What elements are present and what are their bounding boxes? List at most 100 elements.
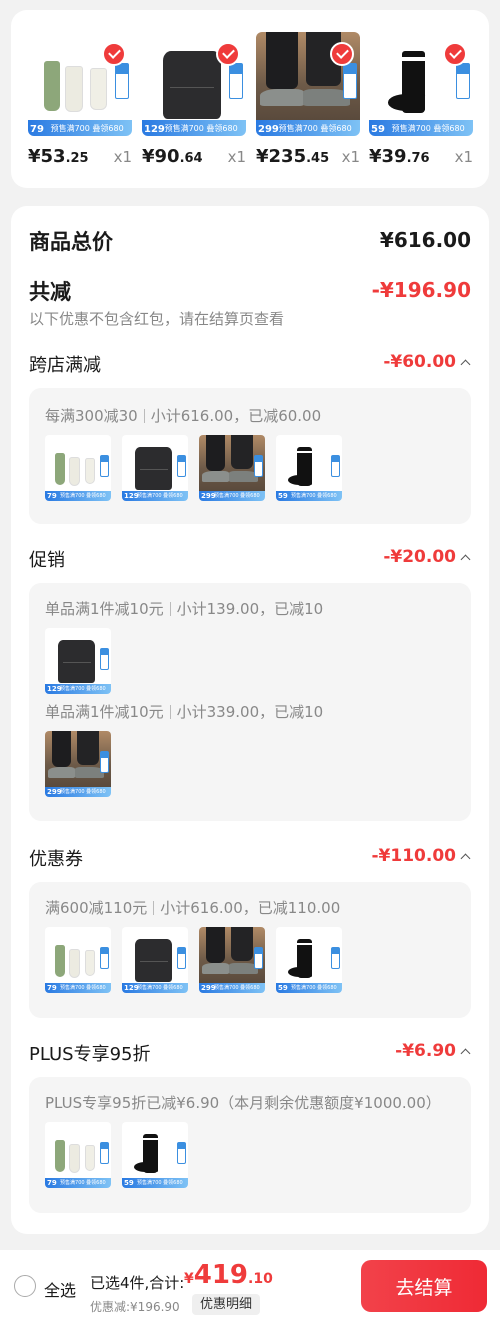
list-item[interactable]: 59 预售满700 叠领680 <box>122 1122 188 1188</box>
product-thumb[interactable]: 129 预售满700 叠领680 <box>142 32 246 136</box>
divider <box>153 901 155 915</box>
promo-band: 129 预售满700 叠领680 <box>122 983 188 993</box>
promo-price: 299 <box>258 124 279 135</box>
promo-text: 预售满700 叠领680 <box>60 789 106 795</box>
promo-tag-icon <box>331 946 341 970</box>
promo-text: 预售满700 叠领680 <box>60 686 106 692</box>
product-shape <box>297 450 312 454</box>
list-item[interactable]: 129 预售满700 叠领680 <box>45 628 111 694</box>
check-icon[interactable] <box>443 42 467 66</box>
promo-band: 79 预售满700 叠领680 <box>28 120 132 136</box>
product-shape <box>260 89 304 106</box>
product-image: 59 预售满700 叠领680 <box>276 435 342 501</box>
list-item[interactable]: 299 预售满700 叠领680 <box>199 927 265 993</box>
list-item[interactable]: 299 预售满700 叠领680 <box>199 435 265 501</box>
selected-product[interactable]: 79 预售满700 叠领680 ¥53.25 x1 <box>28 32 132 167</box>
list-item[interactable]: 129 预售满700 叠领680 <box>122 927 188 993</box>
discount-detail: 小计139.00，已减10 <box>176 600 324 618</box>
promo-text: 预售满700 叠领680 <box>50 124 124 133</box>
promo-band: 59 预售满700 叠领680 <box>276 491 342 501</box>
product-image: 299 预售满700 叠领680 <box>45 731 111 797</box>
product-shape <box>287 474 312 486</box>
total-int: 419 <box>193 1260 249 1290</box>
product-shape <box>90 68 108 110</box>
promo-price: 79 <box>47 492 57 500</box>
discount-detail: 小计616.00，已减60.00 <box>150 407 322 425</box>
promo-tag-icon <box>100 647 110 671</box>
section-title: 促销 <box>29 550 65 571</box>
check-icon[interactable] <box>216 42 240 66</box>
list-item[interactable]: 129 预售满700 叠领680 <box>122 435 188 501</box>
product-shape <box>230 435 254 470</box>
chevron-up-icon[interactable] <box>460 1048 471 1059</box>
product-shape <box>143 1137 158 1141</box>
discount-rule: 每满300减30 <box>45 407 138 425</box>
discount-rule-line: PLUS专享95折已减¥6.90（本月剩余优惠额度¥1000.00） <box>45 1092 441 1113</box>
section-amount-toggle[interactable]: -¥60.00 <box>383 352 471 372</box>
price-dec: .45 <box>306 151 330 166</box>
reduce-label: 共减 <box>29 280 71 304</box>
section-title: 跨店满减 <box>29 355 101 376</box>
promo-tag-icon <box>100 454 110 478</box>
price-int: ¥235 <box>256 146 307 167</box>
section-amount: -¥110.00 <box>371 846 457 866</box>
product-shape <box>65 66 84 113</box>
thumb-list: 79 预售满700 叠领680 59 预售满700 叠领680 <box>45 1122 188 1188</box>
checkout-button[interactable]: 去结算 <box>361 1260 487 1312</box>
price-dec: .64 <box>179 151 203 166</box>
list-item[interactable]: 79 预售满700 叠领680 <box>45 927 111 993</box>
discount-detail-button[interactable]: 优惠明细 <box>192 1294 261 1315</box>
check-icon[interactable] <box>102 42 126 66</box>
product-shape <box>47 767 76 778</box>
product-price: ¥53.25 <box>28 146 89 167</box>
product-shape <box>297 942 312 946</box>
select-all-radio-icon[interactable] <box>14 1275 36 1297</box>
product-shape <box>162 50 222 120</box>
chevron-up-icon[interactable] <box>460 554 471 565</box>
list-item[interactable]: 299 预售满700 叠领680 <box>45 731 111 797</box>
discount-rule: 满600减110元 <box>45 899 148 917</box>
product-image: 129 预售满700 叠领680 <box>122 435 188 501</box>
product-thumb[interactable]: 299 预售满700 叠领680 <box>256 32 360 136</box>
chevron-up-icon[interactable] <box>460 853 471 864</box>
chevron-up-icon[interactable] <box>460 359 471 370</box>
selected-product[interactable]: 59 预售满700 叠领680 ¥39.76 x1 <box>369 32 473 167</box>
discount-group-box: 满600减110元 小计616.00，已减110.00 79 预售满700 叠领680… <box>29 882 471 1018</box>
promo-tag-icon <box>115 63 129 99</box>
total-amount: ¥419.10 <box>184 1260 273 1290</box>
promo-text: 预售满700 叠领680 <box>60 1180 106 1186</box>
section-amount-toggle[interactable]: -¥20.00 <box>383 547 471 567</box>
promo-band: 79 预售满700 叠领680 <box>45 1178 111 1188</box>
product-shape <box>54 453 66 486</box>
checkout-bar: 全选 已选4件,合计: ¥419.10 优惠减:¥196.90 优惠明细 去结算 <box>0 1250 500 1318</box>
promo-tag-icon <box>177 454 187 478</box>
thumb-list: 79 预售满700 叠领680 129 预售满700 叠领680 299 预售满700 叠… <box>45 435 342 501</box>
promo-price: 59 <box>371 124 385 135</box>
section-amount-toggle[interactable]: -¥110.00 <box>371 846 471 866</box>
product-thumb[interactable]: 79 预售满700 叠领680 <box>28 32 132 136</box>
promo-price: 129 <box>144 124 165 135</box>
product-thumb[interactable]: 59 预售满700 叠领680 <box>369 32 473 136</box>
product-shape <box>135 446 173 491</box>
selected-count: 已选4件,合计: <box>90 1274 185 1292</box>
select-all-label[interactable]: 全选 <box>44 1277 76 1301</box>
promo-tag-icon <box>343 63 357 99</box>
list-item[interactable]: 59 预售满700 叠领680 <box>276 927 342 993</box>
thumb-list: 299 预售满700 叠领680 <box>45 731 111 797</box>
discount-detail: 小计616.00，已减110.00 <box>160 899 341 917</box>
product-qty: x1 <box>113 148 132 166</box>
list-item[interactable]: 79 预售满700 叠领680 <box>45 1122 111 1188</box>
promo-tag-icon <box>254 454 264 478</box>
list-item[interactable]: 79 预售满700 叠领680 <box>45 435 111 501</box>
list-item[interactable]: 59 预售满700 叠领680 <box>276 435 342 501</box>
section-amount-toggle[interactable]: -¥6.90 <box>395 1041 471 1061</box>
promo-band: 299 预售满700 叠领680 <box>199 983 265 993</box>
total-label: 商品总价 <box>29 230 113 254</box>
check-icon[interactable] <box>330 42 354 66</box>
selected-product[interactable]: 299 预售满700 叠领680 ¥235.45 x1 <box>256 32 360 167</box>
promo-tag-icon <box>100 1141 110 1165</box>
selected-product[interactable]: 129 预售满700 叠领680 ¥90.64 x1 <box>142 32 246 167</box>
promo-text: 预售满700 叠领680 <box>137 1180 183 1186</box>
promo-band: 129 预售满700 叠领680 <box>142 120 246 136</box>
product-shape <box>58 639 96 684</box>
